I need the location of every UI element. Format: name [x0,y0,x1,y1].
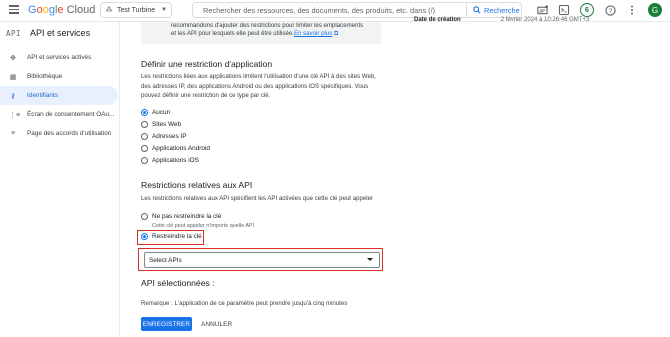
creation-date-value: 2 février 2024 à 10:26:46 GMT+3 [500,17,590,23]
google-cloud-logo[interactable]: Google Cloud [28,4,95,16]
learn-more-link[interactable]: En savoir plus [294,30,332,37]
api-restriction-title: Restrictions relatives aux API [141,180,253,190]
sidebar-item-label: Bibliothèque [27,73,63,80]
sidebar-item-label: Page des accords d'utilisation [27,130,112,137]
help-icon[interactable]: ? [604,4,616,16]
sidebar-item-label: Écran de consentement OAu... [27,111,115,118]
search-placeholder: Rechercher des ressources, des documents… [203,5,436,15]
svg-text:?: ? [608,7,612,14]
app-restriction-description: Les restrictions liées aux applications … [141,73,376,99]
radio-option-websites[interactable]: Sites Web [141,121,181,128]
search-button-label: Recherche [484,5,520,15]
select-apis-value: Select APIs [149,256,182,264]
search-button[interactable]: Recherche [466,2,522,18]
gift-icon[interactable] [536,4,548,16]
info-banner-line1: recommandons d'ajouter des restrictions … [171,22,364,29]
hamburger-menu-icon[interactable] [9,5,19,14]
sidebar-item-label: Identifiants [27,92,58,99]
cancel-button[interactable]: ANNULER [201,317,232,331]
radio-option-ip-addresses[interactable]: Adresses IP [141,133,186,140]
sidebar-item-oauth-consent[interactable]: ⋮≡ Écran de consentement OAu... [0,105,118,124]
info-banner: recommandons d'ajouter des restrictions … [141,22,381,44]
selected-apis-title: API sélectionnées : [141,278,215,288]
sidebar-item-library[interactable]: ▦ Bibliothèque [0,67,118,86]
dropdown-arrow-icon [367,258,373,261]
radio-button[interactable] [141,145,148,152]
radio-button[interactable] [141,121,148,128]
radio-option-ios-apps[interactable]: Applications iOS [141,157,199,164]
avatar[interactable]: G [648,3,662,17]
info-banner-line2: et les API pour lesquels elle peut être … [171,30,339,37]
radio-button[interactable] [141,157,148,164]
select-apis-dropdown[interactable]: Select APIs [144,252,380,268]
project-selector[interactable]: ⁂ Test Turbine ▼ [100,2,172,18]
sidebar-header: API API et services [0,22,120,44]
radio-option-android-apps[interactable]: Applications Android [141,145,210,152]
propagation-remark: Remarque : L'application de ce paramètre… [141,300,348,307]
agreements-icon: ≡ [10,130,16,137]
project-hierarchy-icon: ⁂ [105,7,113,14]
diamond-icon: ✥ [10,54,16,62]
library-icon: ▦ [9,73,17,81]
notifications-badge[interactable]: 6 [580,3,594,17]
consent-icon: ⋮≡ [9,111,21,119]
radio-button[interactable] [141,213,148,220]
sidebar-item-enabled-apis[interactable]: ✥ API et services activés [0,48,118,67]
radio-option-restrict-key[interactable]: Restreindre la clé [141,233,202,240]
save-button[interactable]: ENREGISTRER [141,317,192,331]
radio-button-checked[interactable] [141,109,148,116]
sidebar-item-label: API et services activés [27,54,92,61]
app-restriction-title: Définir une restriction d'application [141,59,273,69]
chevron-down-icon: ▼ [161,7,167,13]
creation-date-row: Date de création 2 février 2024 à 10:26:… [414,17,614,23]
project-name: Test Turbine [117,6,156,14]
search-input[interactable]: Rechercher des ressources, des documents… [192,2,466,18]
main-content: recommandons d'ajouter des restrictions … [121,17,670,337]
radio-option-no-restrict[interactable]: Ne pas restreindre la clé [141,213,221,220]
cloud-shell-icon[interactable] [558,4,570,16]
external-link-icon: ⧉ [333,30,339,37]
key-icon: ⚷ [10,92,16,100]
sidebar-item-credentials[interactable]: ⚷ Identifiants [0,86,118,105]
more-vert-icon[interactable] [626,4,638,16]
sidebar-item-agreements[interactable]: ≡ Page des accords d'utilisation [0,124,118,143]
creation-date-label: Date de création [414,17,461,23]
api-icon: API [6,28,22,38]
radio-option-none[interactable]: Aucun [141,109,170,116]
no-restrict-hint: Cette clé peut appeler n'importe quelle … [152,223,255,229]
radio-button[interactable] [141,133,148,140]
api-restriction-description: Les restrictions relatives aux API spéci… [141,195,374,202]
sidebar-title: API et services [30,28,91,38]
radio-button-checked[interactable] [141,233,148,240]
top-right-actions: 6 ? G [536,3,662,17]
sidebar: API API et services ✥ API et services ac… [0,22,120,337]
search-icon [473,6,481,14]
